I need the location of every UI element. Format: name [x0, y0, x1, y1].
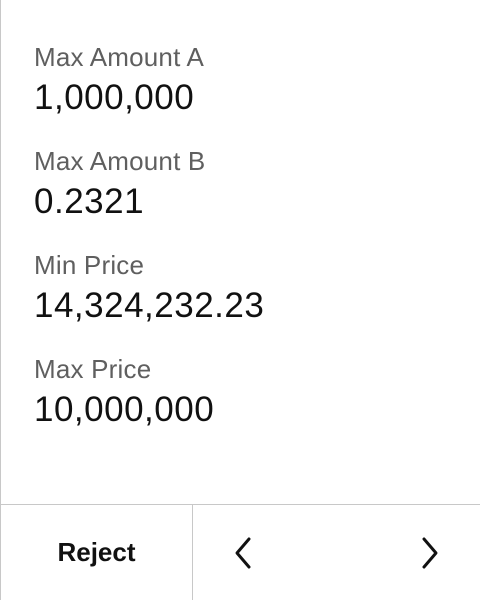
field-max-price: Max Price 10,000,000 [34, 353, 480, 457]
field-value: 14,324,232.23 [34, 286, 265, 325]
field-list: Max Amount A 1,000,000 Max Amount B 0.23… [34, 41, 480, 457]
field-label: Max Amount A [34, 42, 205, 72]
field-max-amount-a: Max Amount A 1,000,000 [34, 41, 480, 145]
field-value: 10,000,000 [34, 390, 215, 429]
field-label: Max Amount B [34, 146, 206, 176]
field-value: 0.2321 [34, 182, 145, 221]
pagination-nav [193, 505, 480, 600]
review-screen: Max Amount A 1,000,000 Max Amount B 0.23… [0, 0, 480, 600]
previous-button[interactable] [213, 505, 273, 600]
field-label: Max Price [34, 354, 152, 384]
field-label: Min Price [34, 250, 145, 280]
field-min-price: Min Price 14,324,232.23 [34, 249, 480, 353]
reject-button[interactable]: Reject [1, 505, 193, 600]
action-footer: Reject [1, 504, 480, 600]
chevron-right-icon [422, 537, 438, 568]
next-button[interactable] [400, 505, 460, 600]
field-max-amount-b: Max Amount B 0.2321 [34, 145, 480, 249]
field-value: 1,000,000 [34, 78, 195, 117]
chevron-left-icon [235, 537, 251, 568]
